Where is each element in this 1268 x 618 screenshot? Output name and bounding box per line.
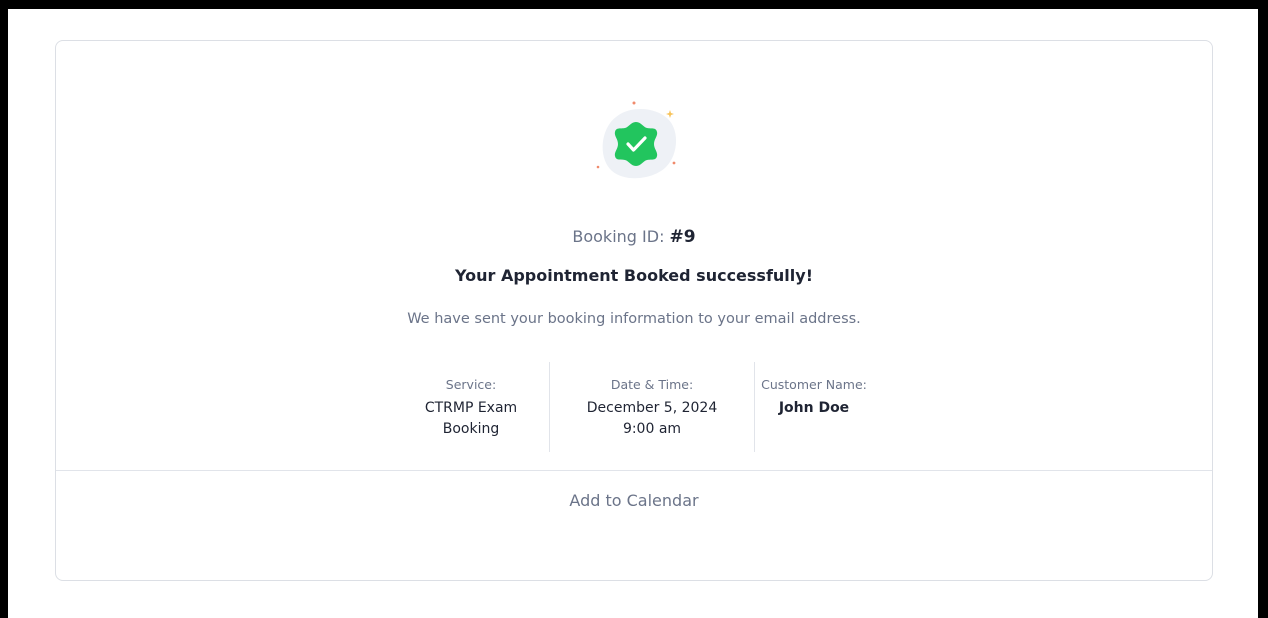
add-to-calendar-button[interactable]: Add to Calendar: [56, 491, 1212, 510]
booking-id-value: #9: [669, 227, 696, 247]
page-frame: Booking ID: #9 Your Appointment Booked s…: [8, 9, 1258, 618]
success-headline: Your Appointment Booked successfully!: [455, 266, 813, 285]
service-detail: Service: CTRMP Exam Booking: [393, 362, 549, 452]
service-value: CTRMP Exam Booking: [424, 400, 518, 437]
success-badge: [586, 97, 686, 187]
booking-id: Booking ID: #9: [56, 227, 1212, 247]
booking-details: Service: CTRMP Exam Booking Date & Time:…: [393, 362, 873, 452]
customer-label: Customer Name:: [761, 377, 867, 392]
customer-detail: Customer Name: John Doe: [754, 362, 873, 452]
datetime-detail: Date & Time: December 5, 2024 9:00 am: [549, 362, 754, 452]
time-value: 9:00 am: [622, 421, 682, 437]
service-label: Service:: [445, 377, 497, 392]
verified-check-icon: [596, 101, 677, 179]
booking-id-label: Booking ID:: [572, 227, 665, 246]
booking-confirmation-card: Booking ID: #9 Your Appointment Booked s…: [55, 40, 1213, 581]
datetime-label: Date & Time:: [610, 377, 694, 392]
email-notice: We have sent your booking information to…: [407, 311, 861, 327]
divider: [56, 470, 1212, 471]
customer-value: John Doe: [778, 400, 850, 416]
date-value: December 5, 2024: [586, 400, 718, 416]
